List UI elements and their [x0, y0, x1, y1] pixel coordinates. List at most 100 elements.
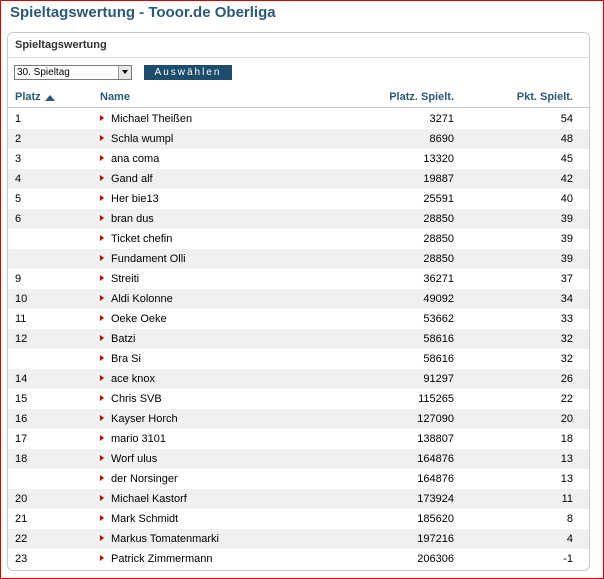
- overall-rank-cell: 28850: [423, 253, 454, 265]
- overall-rank-cell: 13320: [423, 153, 454, 165]
- page-title: Spieltagswertung - Tooor.de Oberliga: [10, 4, 276, 21]
- table-row: 18 Worf ulus 164876 13: [8, 449, 589, 469]
- player-name[interactable]: Bra Si: [111, 353, 141, 365]
- panel-divider: [8, 57, 589, 58]
- points-cell: 39: [560, 213, 573, 225]
- table-row: 12 Batzi 58616 32: [8, 329, 589, 349]
- player-link[interactable]: mario 3101: [100, 429, 166, 449]
- overall-rank-cell: 173924: [417, 493, 454, 505]
- arrow-right-icon: [100, 215, 104, 221]
- player-link[interactable]: Chris SVB: [100, 389, 162, 409]
- rank-cell: 1: [15, 113, 22, 125]
- rank-cell: 3: [15, 153, 22, 165]
- player-name[interactable]: Michael Kastorf: [111, 493, 187, 505]
- points-cell: 33: [560, 313, 573, 325]
- player-link[interactable]: Worf ulus: [100, 449, 157, 469]
- table-row: 21 Mark Schmidt 185620 8: [8, 509, 589, 529]
- points-cell: 39: [560, 253, 573, 265]
- table-row: der Norsinger 164876 13: [8, 469, 589, 489]
- column-header-name[interactable]: Name: [100, 91, 130, 103]
- arrow-right-icon: [100, 515, 104, 521]
- points-cell: 40: [560, 193, 573, 205]
- player-name[interactable]: Ticket chefin: [111, 233, 172, 245]
- player-name[interactable]: ace knox: [111, 373, 155, 385]
- player-name[interactable]: Aldi Kolonne: [111, 293, 173, 305]
- player-link[interactable]: Batzi: [100, 329, 135, 349]
- table-row: 15 Chris SVB 115265 22: [8, 389, 589, 409]
- arrow-right-icon: [100, 555, 104, 561]
- rank-cell: 9: [15, 273, 22, 285]
- player-name[interactable]: Chris SVB: [111, 393, 162, 405]
- player-name[interactable]: Worf ulus: [111, 453, 157, 465]
- player-name[interactable]: der Norsinger: [111, 473, 178, 485]
- player-link[interactable]: Fundament Olli: [100, 249, 186, 269]
- column-header-pkt-spielt[interactable]: Pkt. Spielt.: [517, 91, 573, 103]
- player-link[interactable]: Bra Si: [100, 349, 141, 369]
- sort-ascending-icon[interactable]: [44, 95, 55, 101]
- player-link[interactable]: ace knox: [100, 369, 155, 389]
- matchday-select[interactable]: 30. Spieltag: [14, 65, 132, 80]
- points-cell: 20: [560, 413, 573, 425]
- rank-cell: 21: [15, 513, 28, 525]
- rank-cell: 2: [15, 133, 22, 145]
- player-link[interactable]: Kayser Horch: [100, 409, 178, 429]
- rank-cell: 11: [15, 313, 27, 325]
- table-row: 2 Schla wumpl 8690 48: [8, 129, 589, 149]
- overall-rank-cell: 25591: [423, 193, 454, 205]
- player-name[interactable]: mario 3101: [111, 433, 166, 445]
- arrow-right-icon: [100, 195, 104, 201]
- player-name[interactable]: Her bie13: [111, 193, 159, 205]
- overall-rank-cell: 53662: [423, 313, 454, 325]
- player-name[interactable]: Streiti: [111, 273, 139, 285]
- player-name[interactable]: Markus Tomatenmarki: [111, 533, 219, 545]
- player-link[interactable]: der Norsinger: [100, 469, 178, 489]
- player-link[interactable]: bran dus: [100, 209, 154, 229]
- player-name[interactable]: bran dus: [111, 213, 154, 225]
- chevron-down-icon[interactable]: [118, 66, 131, 79]
- table-row: 22 Markus Tomatenmarki 197216 4: [8, 529, 589, 549]
- player-link[interactable]: Michael Theißen: [100, 109, 192, 129]
- points-cell: 32: [560, 333, 573, 345]
- player-link[interactable]: Michael Kastorf: [100, 489, 187, 509]
- arrow-right-icon: [100, 395, 104, 401]
- table-row: 17 mario 3101 138807 18: [8, 429, 589, 449]
- player-link[interactable]: Oeke Oeke: [100, 309, 167, 329]
- table-row: 16 Kayser Horch 127090 20: [8, 409, 589, 429]
- player-name[interactable]: Batzi: [111, 333, 135, 345]
- player-name[interactable]: Schla wumpl: [111, 133, 173, 145]
- column-header-platz-spielt[interactable]: Platz. Spielt.: [389, 91, 454, 103]
- player-name[interactable]: Oeke Oeke: [111, 313, 167, 325]
- player-link[interactable]: Gand alf: [100, 169, 153, 189]
- column-header-platz[interactable]: Platz: [15, 91, 55, 103]
- player-link[interactable]: ana coma: [100, 149, 159, 169]
- table-row: 20 Michael Kastorf 173924 11: [8, 489, 589, 509]
- points-cell: 37: [560, 273, 573, 285]
- overall-rank-cell: 36271: [423, 273, 454, 285]
- player-link[interactable]: Mark Schmidt: [100, 509, 178, 529]
- player-link[interactable]: Ticket chefin: [100, 229, 172, 249]
- player-link[interactable]: Her bie13: [100, 189, 159, 209]
- points-cell: 18: [560, 433, 573, 445]
- overall-rank-cell: 197216: [417, 533, 454, 545]
- player-name[interactable]: Michael Theißen: [111, 113, 192, 125]
- points-cell: 45: [560, 153, 573, 165]
- player-name[interactable]: Patrick Zimmermann: [111, 553, 212, 565]
- player-name[interactable]: Gand alf: [111, 173, 153, 185]
- arrow-right-icon: [100, 255, 104, 261]
- select-button[interactable]: Auswählen: [144, 65, 232, 80]
- points-cell: 42: [560, 173, 573, 185]
- points-cell: 34: [560, 293, 573, 305]
- player-link[interactable]: Streiti: [100, 269, 139, 289]
- table-row: 5 Her bie13 25591 40: [8, 189, 589, 209]
- player-name[interactable]: ana coma: [111, 153, 159, 165]
- player-name[interactable]: Mark Schmidt: [111, 513, 178, 525]
- player-name[interactable]: Kayser Horch: [111, 413, 178, 425]
- player-link[interactable]: Schla wumpl: [100, 129, 173, 149]
- player-link[interactable]: Patrick Zimmermann: [100, 549, 212, 569]
- player-name[interactable]: Fundament Olli: [111, 253, 186, 265]
- table-row: 11 Oeke Oeke 53662 33: [8, 309, 589, 329]
- ranking-table-body: 1 Michael Theißen 3271 54 2 Schla wumpl 8690 48…: [8, 109, 589, 569]
- player-link[interactable]: Aldi Kolonne: [100, 289, 173, 309]
- player-link[interactable]: Markus Tomatenmarki: [100, 529, 219, 549]
- points-cell: 39: [560, 233, 573, 245]
